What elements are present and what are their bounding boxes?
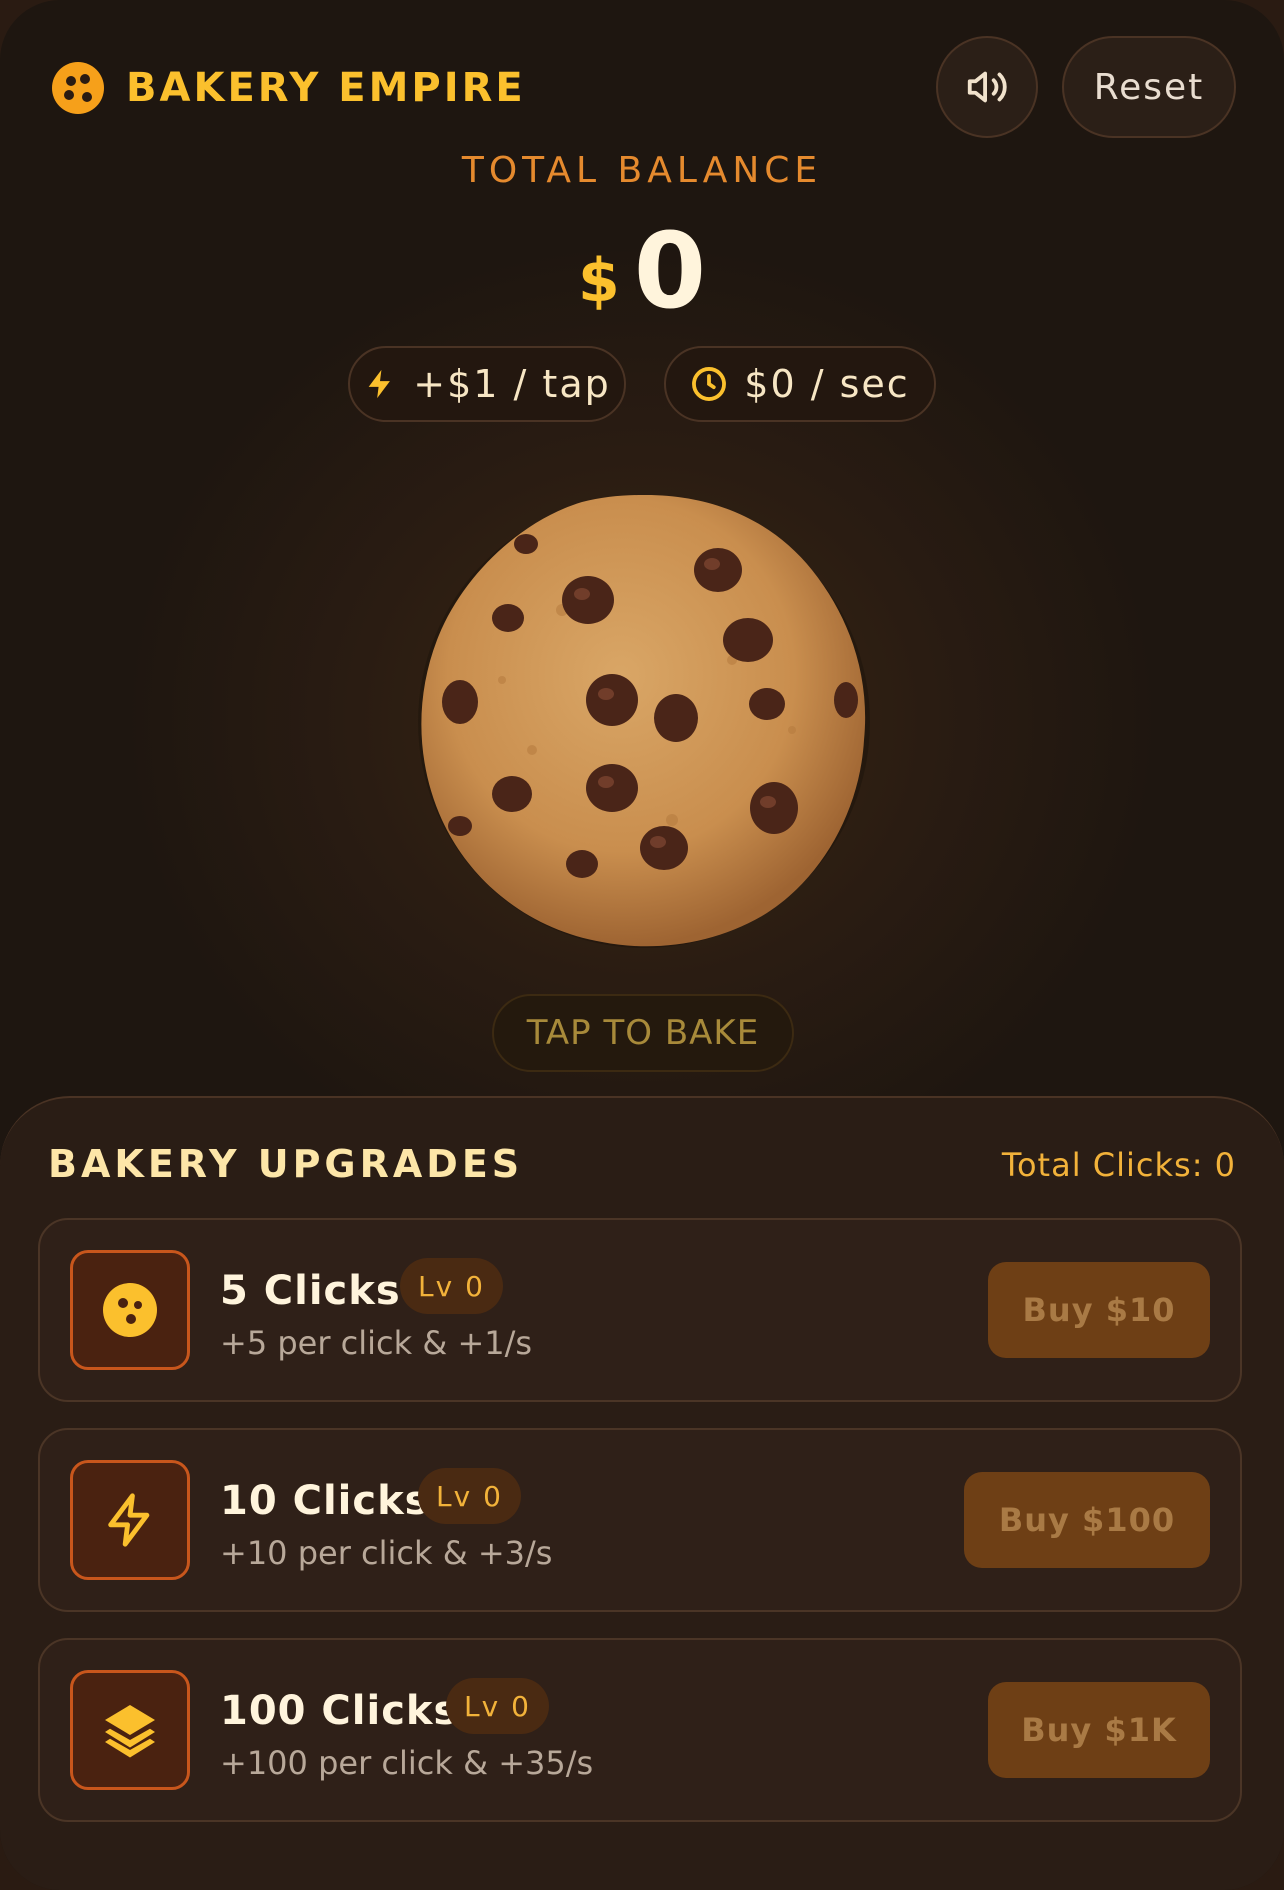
- balance-display: $0: [0, 210, 1284, 332]
- level-badge: Lv 0: [446, 1678, 549, 1734]
- cookie-image: [418, 494, 870, 948]
- currency-symbol: $: [577, 246, 620, 316]
- per-tap-value: +$1 / tap: [413, 362, 611, 406]
- layers-icon: [70, 1670, 190, 1790]
- upgrade-card-100-clicks: 100 Clicks Lv 0 +100 per click & +35/s B…: [38, 1638, 1242, 1822]
- level-badge: Lv 0: [400, 1258, 503, 1314]
- per-tap-stat: +$1 / tap: [348, 346, 626, 422]
- tap-to-bake-label: TAP TO BAKE: [492, 994, 794, 1072]
- brand: BAKERY EMPIRE: [52, 62, 526, 114]
- cookie-icon: [70, 1250, 190, 1370]
- cookie-icon: [52, 62, 104, 114]
- balance-label: TOTAL BALANCE: [461, 150, 823, 191]
- upgrades-title: BAKERY UPGRADES: [48, 1142, 524, 1186]
- app-title: BAKERY EMPIRE: [126, 65, 526, 111]
- lightning-icon: [363, 365, 397, 403]
- app-container: BAKERY EMPIRE Reset TOTAL BALANCE $0 +$1…: [0, 0, 1284, 1890]
- clock-icon: [690, 365, 728, 403]
- per-sec-value: $0 / sec: [744, 362, 910, 406]
- upgrade-card-5-clicks: 5 Clicks Lv 0 +5 per click & +1/s Buy $1…: [38, 1218, 1242, 1402]
- upgrade-name: 100 Clicks: [220, 1688, 459, 1734]
- header: BAKERY EMPIRE Reset: [0, 0, 1284, 170]
- speaker-icon: [967, 71, 1007, 103]
- balance-amount: 0: [633, 210, 707, 332]
- reset-button[interactable]: Reset: [1062, 36, 1236, 138]
- lightning-icon: [70, 1460, 190, 1580]
- upgrade-description: +100 per click & +35/s: [220, 1744, 594, 1782]
- buy-button[interactable]: Buy $10: [988, 1262, 1210, 1358]
- total-clicks: Total Clicks: 0: [1001, 1146, 1236, 1184]
- sound-toggle-button[interactable]: [936, 36, 1038, 138]
- upgrade-name: 5 Clicks: [220, 1268, 401, 1314]
- per-sec-stat: $0 / sec: [664, 346, 936, 422]
- buy-button[interactable]: Buy $100: [964, 1472, 1210, 1568]
- cookie-button[interactable]: [412, 490, 872, 950]
- upgrade-name: 10 Clicks: [220, 1478, 430, 1524]
- upgrade-card-10-clicks: 10 Clicks Lv 0 +10 per click & +3/s Buy …: [38, 1428, 1242, 1612]
- buy-button[interactable]: Buy $1K: [988, 1682, 1210, 1778]
- level-badge: Lv 0: [418, 1468, 521, 1524]
- upgrade-description: +5 per click & +1/s: [220, 1324, 533, 1362]
- upgrade-description: +10 per click & +3/s: [220, 1534, 553, 1572]
